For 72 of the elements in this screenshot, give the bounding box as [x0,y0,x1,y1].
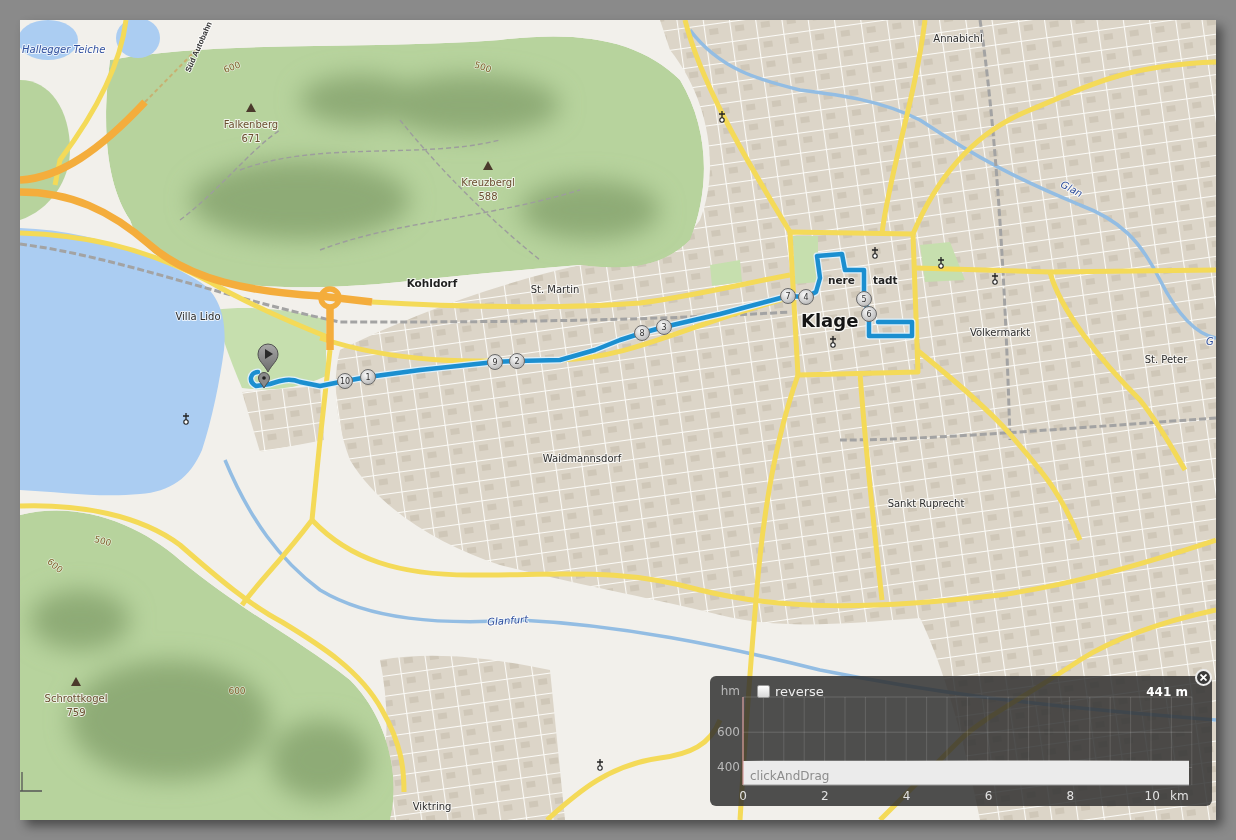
place-label: Kohldorf [406,277,458,289]
pond [116,20,160,58]
city-label: Klage [801,310,859,331]
cross-icon [937,256,945,269]
axis-tick-label: 0 [739,789,747,803]
waypoint-marker[interactable]: 9 [487,354,503,370]
play-pin-icon[interactable] [257,343,279,373]
place-label: Sankt Ruprecht [887,498,965,509]
waypoint-marker[interactable]: 6 [861,306,877,322]
place-label: Völkermarkt [969,327,1031,338]
water-label: Glanfurt [487,613,529,628]
roundabout [318,286,342,310]
axis-title: hm [720,684,740,698]
axis-tick-label: 6 [984,789,993,803]
axis-tick-label: 8 [1066,789,1075,803]
water-label: Glan [1058,178,1085,200]
elevation-readout: 441 m [1146,684,1188,699]
district-label: tadt [873,274,898,286]
peak-name: Schrottkogel [44,693,108,704]
axis-tick-label: 400 [717,760,740,775]
peak-elevation: 588 [478,191,498,202]
checkbox-label[interactable]: reverse [775,684,824,699]
place-label: St. Peter [1144,354,1188,365]
cross-icon [829,335,837,348]
place-label: Waidmannsdorf [542,453,622,464]
axis-tick-label: 10 [1144,789,1160,803]
cross-icon [182,412,190,425]
drag-hint: clickAndDrag [750,769,830,783]
water-label: Hallegger Teiche [22,44,106,55]
peak-icon [71,677,81,686]
waypoint-marker[interactable]: 3 [656,319,672,335]
axis-tick-label: 4 [902,789,911,803]
district-label: nere [828,274,855,286]
park-area [920,242,965,282]
scale-bar-icon [20,771,43,792]
contour-label: 500 [473,59,493,75]
waypoint-marker[interactable]: 8 [634,325,650,341]
cross-icon [718,110,726,123]
peak-icon [246,103,256,112]
place-label: Viktring [412,801,452,812]
axis-title: km [1170,789,1189,803]
cross-icon [991,272,999,285]
peak-icon [483,161,493,170]
contour-label: 600 [222,59,242,75]
place-label: St. Martin [530,284,580,295]
place-label: Villa Lido [175,311,221,322]
map-view[interactable] [20,20,1216,820]
close-button[interactable] [1195,669,1212,686]
park-area [710,260,742,286]
cross-icon [871,246,879,259]
map-pin-icon[interactable] [258,372,270,389]
waypoint-marker[interactable]: 4 [798,289,814,305]
waypoint-marker[interactable]: 10 [337,373,353,389]
axis-tick-label: 2 [821,789,829,803]
cross-icon [596,758,604,771]
contour-label: 600 [228,686,246,696]
place-label: Annabichl [933,33,983,44]
waypoint-marker[interactable]: 1 [360,369,376,385]
waypoint-marker[interactable]: 5 [856,291,872,307]
elevation-area[interactable] [743,760,1189,785]
water-label: G [1206,336,1214,347]
contour-label: 600 [45,556,65,576]
checkbox[interactable] [757,685,770,698]
axis-tick-label: 600 [717,725,740,740]
contour-label: 500 [93,534,113,549]
waypoint-marker[interactable]: 2 [509,353,525,369]
peak-elevation: 759 [66,707,86,718]
waypoint-marker[interactable]: 7 [780,288,796,304]
peak-elevation: 671 [241,133,261,144]
peak-name: Falkenberg [223,119,279,130]
close-icon [1200,674,1207,681]
peak-name: Kreuzbergl [461,177,515,188]
